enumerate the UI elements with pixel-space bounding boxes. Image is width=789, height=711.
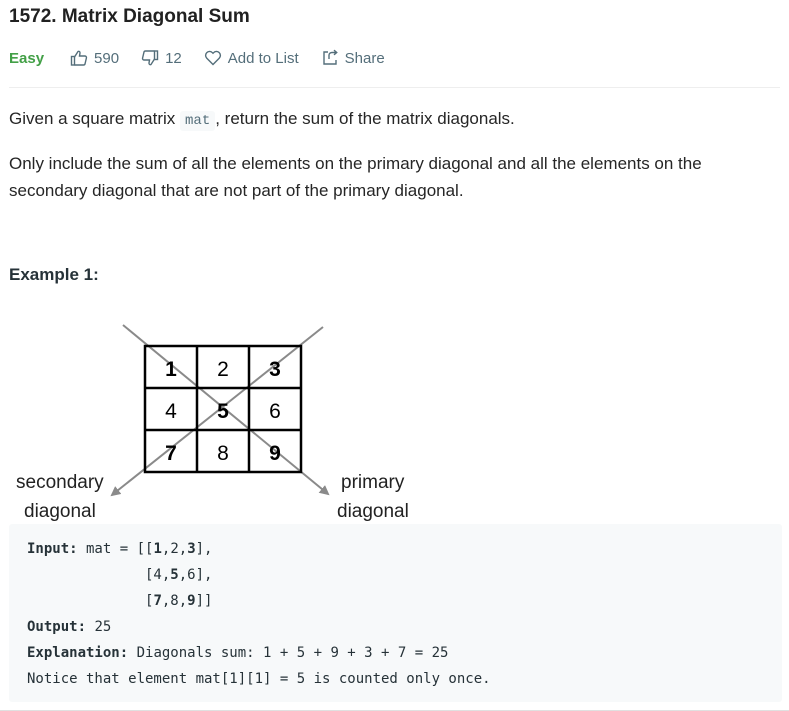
secondary-diagonal-label: diagonal xyxy=(24,501,96,522)
matrix-diagram: 1 2 3 4 5 6 7 8 9 secondary diagonal pri… xyxy=(16,324,409,522)
problem-title: 1572. Matrix Diagonal Sum xyxy=(9,6,250,27)
matrix-cell: 5 xyxy=(217,400,229,423)
matrix-cell: 2 xyxy=(217,358,229,381)
header-divider xyxy=(9,87,780,88)
matrix-cell: 7 xyxy=(165,442,177,465)
notice-line: Notice that element mat[1][1] = 5 is cou… xyxy=(27,671,491,687)
problem-meta-bar: Easy 590 12 Add to List Share xyxy=(9,47,407,69)
add-to-list-button[interactable]: Add to List xyxy=(204,49,299,67)
share-button[interactable]: Share xyxy=(321,49,385,67)
matrix-row-literal: [4,5,6], xyxy=(27,567,213,583)
secondary-diagonal-label: secondary xyxy=(16,472,104,493)
description-paragraph-1: Given a square matrix mat, return the su… xyxy=(9,105,749,135)
explanation-label: Explanation: xyxy=(27,645,129,661)
example-code-block: Input: mat = [[1,2,3], [4,5,6], [7,8,9]]… xyxy=(9,524,782,702)
output-line: Output: 25 xyxy=(27,619,111,635)
dislike-button[interactable]: 12 xyxy=(141,49,182,67)
heart-icon xyxy=(204,50,221,66)
input-line: Input: mat = [[1,2,3], xyxy=(27,541,212,557)
output-value: 25 xyxy=(86,619,112,635)
explanation-text: Diagonals sum: 1 + 5 + 9 + 3 + 7 = 25 xyxy=(128,645,449,661)
primary-diagonal-label: diagonal xyxy=(337,501,409,522)
add-to-list-label: Add to List xyxy=(227,49,299,67)
explanation-line: Explanation: Diagonals sum: 1 + 5 + 9 + … xyxy=(27,645,448,661)
example-title: Example 1: xyxy=(9,265,99,284)
matrix-row-literal: [7,8,9]] xyxy=(27,593,213,609)
dislike-count: 12 xyxy=(165,49,182,67)
thumbs-down-icon xyxy=(141,50,159,66)
output-label: Output: xyxy=(27,619,87,635)
matrix-cell: 1 xyxy=(165,358,177,381)
like-count: 590 xyxy=(94,49,120,67)
share-icon xyxy=(322,49,338,65)
like-button[interactable]: 590 xyxy=(70,49,119,67)
matrix-cell: 9 xyxy=(269,442,281,465)
description-paragraph-2: Only include the sum of all the elements… xyxy=(9,154,702,200)
matrix-cell: 4 xyxy=(165,400,177,423)
description-text: , return the sum of the matrix diagonals… xyxy=(215,109,515,128)
matrix-cell: 6 xyxy=(269,400,281,423)
matrix-row-literal: [[1,2,3], xyxy=(136,541,213,557)
share-label: Share xyxy=(344,49,385,67)
description-text: Given a square matrix xyxy=(9,109,181,128)
primary-diagonal-label: primary xyxy=(341,472,405,493)
matrix-cell: 8 xyxy=(217,442,229,465)
matrix-cell: 3 xyxy=(269,358,281,381)
input-var: mat = xyxy=(77,541,137,557)
input-label: Input: xyxy=(27,541,78,557)
inline-code-mat: mat xyxy=(180,111,216,131)
difficulty-badge: Easy xyxy=(9,49,45,67)
thumbs-up-icon xyxy=(70,50,88,66)
